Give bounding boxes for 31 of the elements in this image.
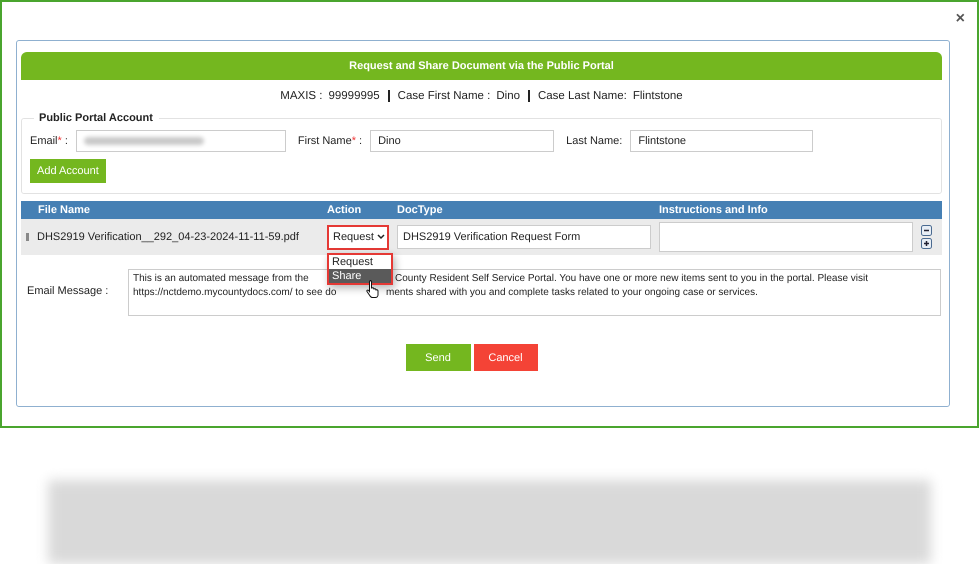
email-message-field[interactable] (128, 269, 941, 316)
cancel-button[interactable]: Cancel (474, 344, 538, 371)
case-info-text: MAXIS : 99999995 (279, 90, 381, 102)
message-text: https://nctdemo.mycountydocs.com/ to see do (133, 286, 336, 298)
column-header: File Name (37, 204, 91, 216)
field-label: Email* : (30, 135, 68, 147)
dropdown-option[interactable]: Share (329, 268, 391, 282)
input-field[interactable] (76, 130, 286, 152)
column-header: DocType (397, 204, 444, 216)
chevron-down-icon (376, 234, 385, 240)
input-field[interactable]: Flintstone (630, 130, 814, 152)
message-text: County Resident Self Service Portal. You have one or more new items sent to you in the portal. Please visit (395, 272, 868, 286)
case-info-text: Case First Name : Dino (388, 90, 528, 102)
file-name: DHS2919 Verification__292_04-23-2024-11-11-59.pdf (37, 231, 299, 243)
field-label: Last Name: (566, 135, 622, 147)
close-button[interactable]: × (952, 10, 969, 28)
doctype-field[interactable]: DHS2919 Verification Request Form (397, 225, 651, 249)
message-text: This is an automated message from the (133, 273, 309, 284)
case-info-text: Case Last Name: Flintstone (528, 90, 691, 102)
dropdown-option[interactable]: Request (329, 254, 391, 268)
input-field[interactable]: Dino (370, 130, 554, 152)
fieldset-legend: Public Portal Account (34, 112, 159, 124)
column-header: Action (327, 204, 362, 216)
dialog-title: Request and Share Document via the Public Portal (21, 52, 942, 80)
drag-handle-icon[interactable] (26, 233, 29, 241)
field-label: First Name* : (298, 135, 362, 147)
column-header: Instructions and Info (659, 204, 769, 216)
message-text: ments shared with you and complete tasks related to your ongoing case or services. (386, 286, 758, 299)
remove-add-icon[interactable] (921, 225, 932, 249)
instructions-field[interactable] (659, 222, 913, 252)
field-label: Email Message : (26, 285, 110, 297)
